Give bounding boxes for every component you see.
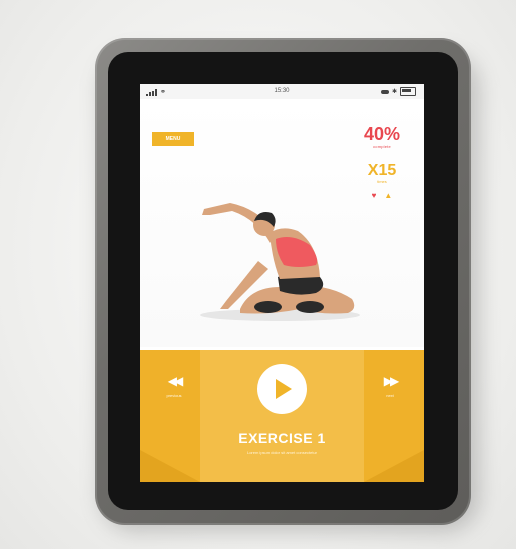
tablet-screen: ⚭ 15:30 ✱ MENU 40% complete X15 times ♥ … — [140, 84, 424, 482]
figure-foot-right — [296, 301, 324, 313]
battery-icon — [400, 87, 416, 96]
previous-button[interactable]: ◀◀ previous — [154, 375, 194, 398]
player-fold-left — [140, 450, 200, 482]
progress-caption: complete — [373, 144, 391, 149]
play-button[interactable] — [257, 364, 307, 414]
player-fold-right — [364, 450, 424, 482]
triangle-icon[interactable]: ▲ — [384, 192, 392, 200]
exercise-view: MENU 40% complete X15 times ♥ ▲ — [140, 99, 424, 359]
wifi-icon — [380, 89, 389, 94]
player-panel: ◀◀ previous ▶▶ next EXERCISE 1 Lorem ips… — [140, 350, 424, 482]
fast-forward-icon: ▶▶ — [383, 374, 399, 388]
previous-label: previous — [166, 393, 182, 398]
status-bar: ⚭ 15:30 ✱ — [140, 84, 424, 99]
progress-percent: 40% — [363, 124, 401, 144]
figure-foot-left — [254, 301, 282, 313]
exercise-subtitle: Lorem ipsum dolor sit amet consectetur — [246, 450, 318, 455]
exercise-figure — [200, 203, 360, 321]
rewind-icon: ◀◀ — [167, 374, 183, 388]
menu-button[interactable]: MENU — [152, 132, 194, 146]
next-label: next — [386, 393, 394, 398]
play-icon — [276, 379, 292, 399]
status-right: ✱ — [380, 87, 416, 96]
bluetooth-icon: ✱ — [391, 89, 397, 95]
next-button[interactable]: ▶▶ next — [370, 375, 410, 398]
exercise-title: EXERCISE 1 — [238, 430, 326, 446]
